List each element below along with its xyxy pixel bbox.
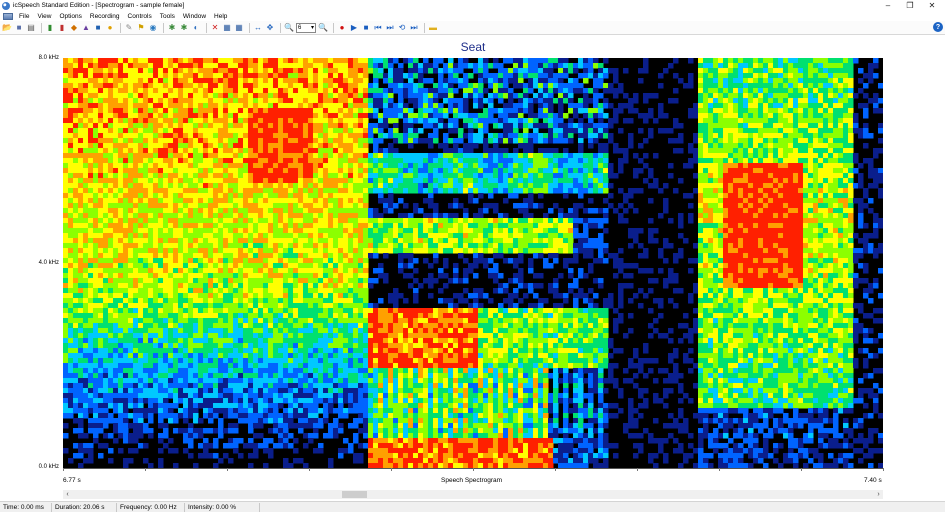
menu-recording[interactable]: Recording — [86, 13, 124, 20]
x-tick — [883, 468, 884, 471]
folder-icon[interactable]: ▬ — [428, 23, 438, 33]
menu-view[interactable]: View — [33, 13, 55, 20]
scroll-left-icon[interactable]: ‹ — [63, 490, 72, 499]
expand-icon[interactable]: ✥ — [265, 23, 275, 33]
scroll-right-icon[interactable]: › — [874, 490, 883, 499]
horizontal-scrollbar[interactable]: ‹ › — [63, 490, 883, 499]
x-tick — [637, 468, 638, 471]
status-time: Time: 0.00 ms — [0, 502, 52, 512]
menu-window[interactable]: Window — [179, 13, 210, 20]
compare-icon[interactable]: ✱ — [179, 23, 189, 33]
x-tick — [473, 468, 474, 471]
spectrogram-icon[interactable]: ▮ — [57, 23, 67, 33]
play-icon[interactable]: ▶ — [349, 23, 359, 33]
stop-icon[interactable]: ■ — [361, 23, 371, 33]
chevron-down-icon: ▾ — [310, 25, 314, 31]
analyze-icon[interactable]: ✱ — [167, 23, 177, 33]
play-region-icon[interactable]: ◐ — [191, 23, 201, 33]
x-end-label: 7.40 s — [864, 477, 882, 484]
fit-width-icon[interactable]: ↔ — [253, 23, 263, 33]
record-icon[interactable]: ● — [337, 23, 347, 33]
restore-button[interactable]: ❐ — [899, 0, 921, 11]
delete-icon[interactable]: ✕ — [210, 23, 220, 33]
x-tick — [555, 468, 556, 471]
x-tick — [309, 468, 310, 471]
toolbar-separator — [424, 22, 425, 33]
marker-icon[interactable]: ⚑ — [136, 23, 146, 33]
spectrogram-image — [63, 58, 883, 468]
rewind-icon[interactable]: ⏮ — [373, 23, 383, 33]
y-tick-label-4k: 4.0 kHz — [38, 260, 59, 266]
x-tick — [391, 468, 392, 471]
x-start-label: 6.77 s — [63, 477, 81, 484]
print-icon[interactable]: ▤ — [26, 23, 36, 33]
minimize-button[interactable]: – — [877, 0, 899, 11]
snapshot-icon[interactable]: ◉ — [148, 23, 158, 33]
x-axis-caption: Speech Spectrogram — [441, 477, 503, 484]
x-tick — [227, 468, 228, 471]
x-tick — [719, 468, 720, 471]
formant-icon[interactable]: ▲ — [81, 23, 91, 33]
menu-file[interactable]: File — [15, 13, 33, 20]
toolbar-separator — [163, 22, 164, 33]
status-duration: Duration: 20.06 s — [52, 502, 117, 512]
zoom-in-icon[interactable]: 🔍 — [284, 23, 294, 33]
x-tick — [801, 468, 802, 471]
status-frequency: Frequency: 0.00 Hz — [117, 502, 185, 512]
toolbar-separator — [333, 22, 334, 33]
x-tick — [145, 468, 146, 471]
zoom-level-value: 6 — [298, 24, 302, 31]
y-tick-label-8k: 8.0 kHz — [38, 55, 59, 61]
zoom-out-icon[interactable]: 🔍 — [318, 23, 328, 33]
end-icon[interactable]: ⏭ — [409, 23, 419, 33]
menu-tools[interactable]: Tools — [156, 13, 179, 20]
toolbar-separator — [120, 22, 121, 33]
toolbar-separator — [206, 22, 207, 33]
loop-icon[interactable]: ⟲ — [397, 23, 407, 33]
pitch-icon[interactable]: ◆ — [69, 23, 79, 33]
toolbar-separator — [41, 22, 42, 33]
help-icon[interactable]: ? — [933, 22, 943, 32]
title-bar: icSpeech Standard Edition - [Spectrogram… — [0, 0, 945, 11]
waveform-icon[interactable]: ▮ — [45, 23, 55, 33]
save-icon[interactable]: ■ — [14, 23, 24, 33]
spectrum-icon[interactable]: ● — [105, 23, 115, 33]
app-icon — [2, 1, 10, 10]
forward-icon[interactable]: ⏭ — [385, 23, 395, 33]
energy-icon[interactable]: ■ — [93, 23, 103, 33]
spectrogram-plot[interactable] — [63, 58, 883, 468]
menu-controls[interactable]: Controls — [124, 13, 156, 20]
split-icon[interactable]: ▦ — [222, 23, 232, 33]
close-button[interactable]: ✕ — [921, 0, 943, 11]
chart-title: Seat — [460, 40, 486, 54]
open-icon[interactable]: 📂 — [2, 23, 12, 33]
menu-options[interactable]: Options — [55, 13, 85, 20]
toolbar-separator — [280, 22, 281, 33]
menu-help[interactable]: Help — [210, 13, 231, 20]
spectrogram-document: Seat 8.0 kHz 4.0 kHz 0.0 kHz 6.77 s Spee… — [0, 36, 945, 501]
toolbar-separator — [249, 22, 250, 33]
menu-bar: File View Options Recording Controls Too… — [0, 11, 945, 21]
status-bar: Time: 0.00 ms Duration: 20.06 s Frequenc… — [0, 501, 945, 512]
window-title: icSpeech Standard Edition - [Spectrogram… — [13, 2, 185, 9]
toolbar: 📂 ■ ▤ ▮ ▮ ◆ ▲ ■ ● ✎ ⚑ ◉ ✱ ✱ ◐ ✕ ▦ ▦ ↔ ✥ 🔍 6 ▾ 🔍 ● ▶ ■ ⏮ ⏭ ⟲ ⏭ ▬ — [0, 21, 945, 35]
merge-icon[interactable]: ▦ — [234, 23, 244, 33]
document-system-icon[interactable] — [3, 12, 13, 20]
status-intensity: Intensity: 0.00 % — [185, 502, 260, 512]
notes-icon[interactable]: ✎ — [124, 23, 134, 33]
scroll-thumb[interactable] — [342, 491, 367, 498]
x-tick — [63, 468, 64, 471]
zoom-level-select[interactable]: 6 ▾ — [296, 22, 316, 33]
y-tick-label-0k: 0.0 kHz — [38, 464, 59, 470]
